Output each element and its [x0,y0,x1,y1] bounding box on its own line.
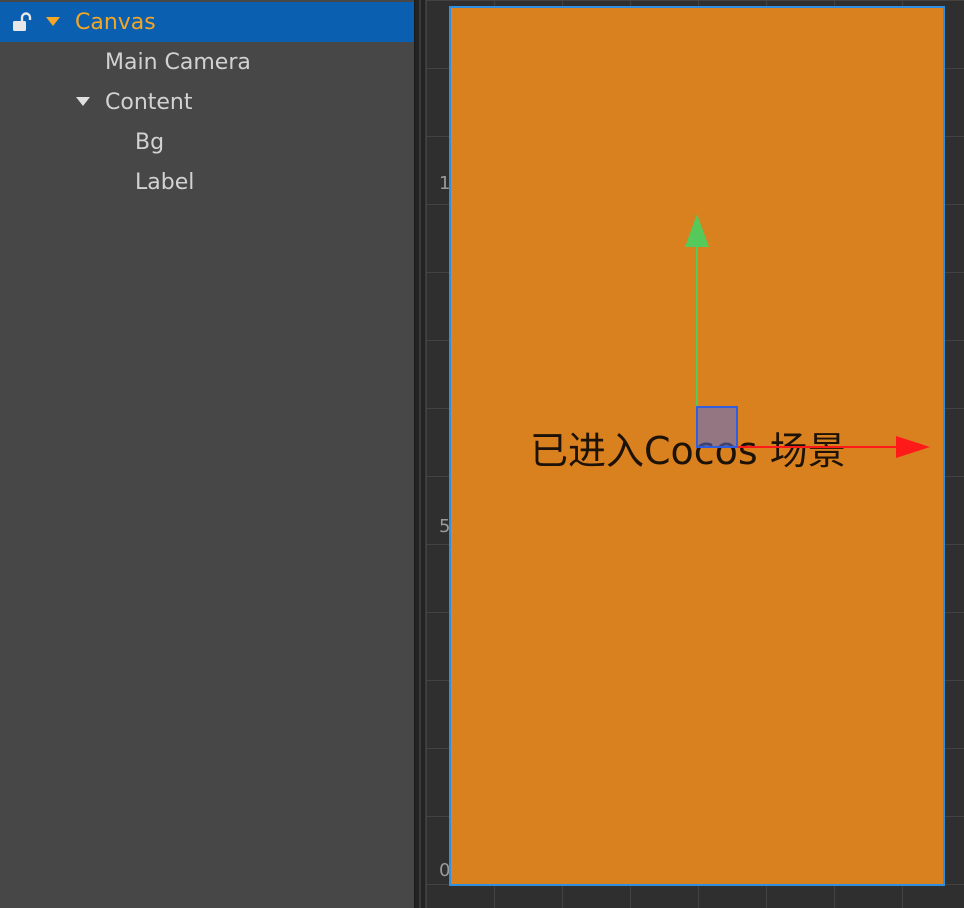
scene-view[interactable]: 1 5 0 已进入Cocos 场景 [426,0,964,908]
gizmo-x-arrow-icon[interactable] [896,436,930,458]
tree-node-label: Label [135,169,195,195]
tree-node-label: Canvas [75,9,156,35]
splitter-grip [419,0,421,908]
editor-window: Canvas Main Camera Content Bg Label 1 5 … [0,0,964,908]
tree-node-label: Bg [135,129,165,155]
tree-node-main-camera[interactable]: Main Camera [0,42,414,82]
caret-down-icon[interactable] [46,17,60,27]
tree-node-content[interactable]: Content [0,82,414,122]
hierarchy-panel: Canvas Main Camera Content Bg Label [0,0,414,908]
tree-node-label: Main Camera [105,49,251,75]
tree-node-bg[interactable]: Bg [0,122,414,162]
tree-node-label: Content [105,89,193,115]
move-gizmo [685,214,930,458]
gizmo-y-arrow-icon[interactable] [685,214,709,247]
tree-node-label-node[interactable]: Label [0,162,414,202]
caret-down-icon[interactable] [76,97,90,107]
gizmo-center-handle[interactable] [696,406,738,448]
tree-node-canvas[interactable]: Canvas [0,2,414,42]
unlocked-padlock-icon[interactable] [12,12,34,32]
